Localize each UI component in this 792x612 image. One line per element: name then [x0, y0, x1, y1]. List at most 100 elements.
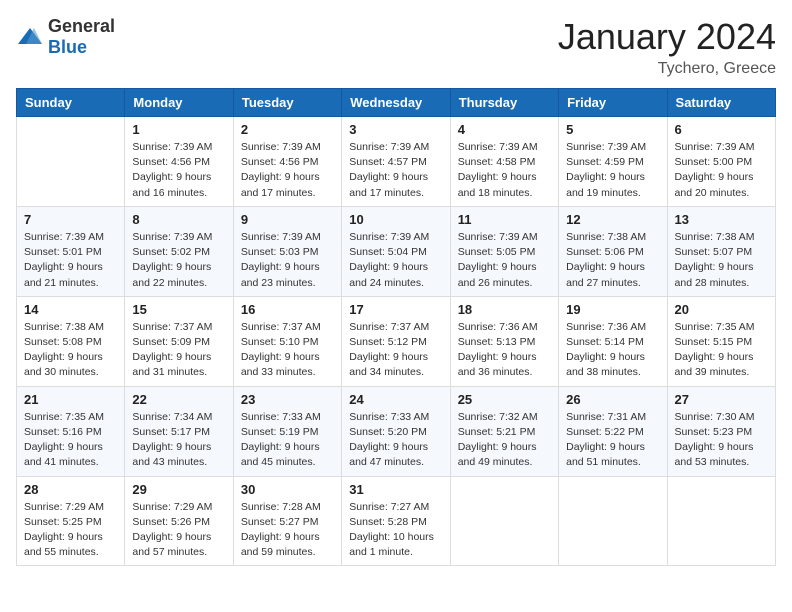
calendar-cell: 2 Sunrise: 7:39 AMSunset: 4:56 PMDaylight…: [233, 117, 341, 207]
calendar-cell: 29 Sunrise: 7:29 AMSunset: 5:26 PMDayligh…: [125, 476, 233, 566]
cell-content: Sunrise: 7:27 AMSunset: 5:28 PMDaylight:…: [349, 500, 442, 561]
cell-content: Sunrise: 7:35 AMSunset: 5:16 PMDaylight:…: [24, 410, 117, 471]
day-number: 7: [24, 212, 117, 227]
calendar-cell: 13 Sunrise: 7:38 AMSunset: 5:07 PMDayligh…: [667, 206, 775, 296]
day-number: 9: [241, 212, 334, 227]
calendar-cell: 1 Sunrise: 7:39 AMSunset: 4:56 PMDaylight…: [125, 117, 233, 207]
calendar-week-5: 28 Sunrise: 7:29 AMSunset: 5:25 PMDayligh…: [17, 476, 776, 566]
cell-content: Sunrise: 7:39 AMSunset: 5:03 PMDaylight:…: [241, 230, 334, 291]
calendar-cell: 8 Sunrise: 7:39 AMSunset: 5:02 PMDaylight…: [125, 206, 233, 296]
cell-content: Sunrise: 7:36 AMSunset: 5:13 PMDaylight:…: [458, 320, 551, 381]
day-number: 12: [566, 212, 659, 227]
calendar-cell: 16Sunrise: 7:37 AMSunset: 5:10 PMDayligh…: [233, 296, 341, 386]
cell-content: Sunrise: 7:39 AMSunset: 4:58 PMDaylight:…: [458, 140, 551, 201]
day-number: 18: [458, 302, 551, 317]
calendar-cell: 31 Sunrise: 7:27 AMSunset: 5:28 PMDayligh…: [342, 476, 450, 566]
day-number: 19: [566, 302, 659, 317]
cell-content: Sunrise: 7:39 AMSunset: 5:05 PMDaylight:…: [458, 230, 551, 291]
calendar-cell: 25 Sunrise: 7:32 AMSunset: 5:21 PMDayligh…: [450, 386, 558, 476]
cell-content: Sunrise: 7:38 AMSunset: 5:07 PMDaylight:…: [675, 230, 768, 291]
title-block: January 2024 Tychero, Greece: [558, 16, 776, 78]
day-number: 4: [458, 122, 551, 137]
cell-content: Sunrise: 7:37 AMSunset: 5:09 PMDaylight:…: [132, 320, 225, 381]
calendar-cell: 12 Sunrise: 7:38 AMSunset: 5:06 PMDayligh…: [559, 206, 667, 296]
page-header: General Blue January 2024 Tychero, Greec…: [16, 16, 776, 78]
day-number: 31: [349, 482, 442, 497]
month-title: January 2024: [558, 16, 776, 58]
cell-content: Sunrise: 7:28 AMSunset: 5:27 PMDaylight:…: [241, 500, 334, 561]
cell-content: Sunrise: 7:33 AMSunset: 5:20 PMDaylight:…: [349, 410, 442, 471]
day-number: 27: [675, 392, 768, 407]
cell-content: Sunrise: 7:37 AMSunset: 5:12 PMDaylight:…: [349, 320, 442, 381]
cell-content: Sunrise: 7:29 AMSunset: 5:26 PMDaylight:…: [132, 500, 225, 561]
cell-content: Sunrise: 7:39 AMSunset: 4:57 PMDaylight:…: [349, 140, 442, 201]
calendar-cell: 24 Sunrise: 7:33 AMSunset: 5:20 PMDayligh…: [342, 386, 450, 476]
cell-content: Sunrise: 7:31 AMSunset: 5:22 PMDaylight:…: [566, 410, 659, 471]
cell-content: Sunrise: 7:39 AMSunset: 4:56 PMDaylight:…: [241, 140, 334, 201]
day-number: 29: [132, 482, 225, 497]
cell-content: Sunrise: 7:39 AMSunset: 4:59 PMDaylight:…: [566, 140, 659, 201]
cell-content: Sunrise: 7:39 AMSunset: 5:04 PMDaylight:…: [349, 230, 442, 291]
calendar-table: SundayMondayTuesdayWednesdayThursdayFrid…: [16, 88, 776, 566]
calendar-cell: [17, 117, 125, 207]
calendar-cell: 7Sunrise: 7:39 AMSunset: 5:01 PMDaylight…: [17, 206, 125, 296]
location: Tychero, Greece: [558, 60, 776, 78]
day-number: 21: [24, 392, 117, 407]
calendar-header-tuesday: Tuesday: [233, 89, 341, 117]
day-number: 17: [349, 302, 442, 317]
cell-content: Sunrise: 7:39 AMSunset: 5:02 PMDaylight:…: [132, 230, 225, 291]
day-number: 5: [566, 122, 659, 137]
cell-content: Sunrise: 7:33 AMSunset: 5:19 PMDaylight:…: [241, 410, 334, 471]
cell-content: Sunrise: 7:35 AMSunset: 5:15 PMDaylight:…: [675, 320, 768, 381]
calendar-cell: 4 Sunrise: 7:39 AMSunset: 4:58 PMDaylight…: [450, 117, 558, 207]
calendar-header-thursday: Thursday: [450, 89, 558, 117]
day-number: 25: [458, 392, 551, 407]
day-number: 1: [132, 122, 225, 137]
calendar-header-saturday: Saturday: [667, 89, 775, 117]
cell-content: Sunrise: 7:36 AMSunset: 5:14 PMDaylight:…: [566, 320, 659, 381]
cell-content: Sunrise: 7:39 AMSunset: 4:56 PMDaylight:…: [132, 140, 225, 201]
calendar-header-friday: Friday: [559, 89, 667, 117]
calendar-cell: 14Sunrise: 7:38 AMSunset: 5:08 PMDayligh…: [17, 296, 125, 386]
calendar-cell: 15 Sunrise: 7:37 AMSunset: 5:09 PMDayligh…: [125, 296, 233, 386]
calendar-header-monday: Monday: [125, 89, 233, 117]
calendar-cell: 9 Sunrise: 7:39 AMSunset: 5:03 PMDaylight…: [233, 206, 341, 296]
cell-content: Sunrise: 7:32 AMSunset: 5:21 PMDaylight:…: [458, 410, 551, 471]
logo: General Blue: [16, 16, 115, 58]
day-number: 28: [24, 482, 117, 497]
day-number: 10: [349, 212, 442, 227]
day-number: 30: [241, 482, 334, 497]
day-number: 15: [132, 302, 225, 317]
day-number: 11: [458, 212, 551, 227]
calendar-cell: 11 Sunrise: 7:39 AMSunset: 5:05 PMDayligh…: [450, 206, 558, 296]
day-number: 8: [132, 212, 225, 227]
day-number: 3: [349, 122, 442, 137]
day-number: 2: [241, 122, 334, 137]
calendar-cell: 17 Sunrise: 7:37 AMSunset: 5:12 PMDayligh…: [342, 296, 450, 386]
calendar-cell: 5 Sunrise: 7:39 AMSunset: 4:59 PMDaylight…: [559, 117, 667, 207]
logo-icon: [16, 26, 44, 48]
calendar-cell: 21 Sunrise: 7:35 AMSunset: 5:16 PMDayligh…: [17, 386, 125, 476]
calendar-cell: 18 Sunrise: 7:36 AMSunset: 5:13 PMDayligh…: [450, 296, 558, 386]
logo-text: General Blue: [48, 16, 115, 58]
cell-content: Sunrise: 7:34 AMSunset: 5:17 PMDaylight:…: [132, 410, 225, 471]
logo-blue: Blue: [48, 37, 87, 57]
calendar-cell: 28 Sunrise: 7:29 AMSunset: 5:25 PMDayligh…: [17, 476, 125, 566]
cell-content: Sunrise: 7:39 AMSunset: 5:00 PMDaylight:…: [675, 140, 768, 201]
cell-content: Sunrise: 7:38 AMSunset: 5:06 PMDaylight:…: [566, 230, 659, 291]
calendar-cell: 19 Sunrise: 7:36 AMSunset: 5:14 PMDayligh…: [559, 296, 667, 386]
day-number: 23: [241, 392, 334, 407]
cell-content: Sunrise: 7:29 AMSunset: 5:25 PMDaylight:…: [24, 500, 117, 561]
day-number: 13: [675, 212, 768, 227]
cell-content: Sunrise: 7:30 AMSunset: 5:23 PMDaylight:…: [675, 410, 768, 471]
calendar-cell: [450, 476, 558, 566]
calendar-cell: 10 Sunrise: 7:39 AMSunset: 5:04 PMDayligh…: [342, 206, 450, 296]
day-number: 26: [566, 392, 659, 407]
calendar-header-sunday: Sunday: [17, 89, 125, 117]
calendar-week-3: 14Sunrise: 7:38 AMSunset: 5:08 PMDayligh…: [17, 296, 776, 386]
cell-content: Sunrise: 7:38 AMSunset: 5:08 PMDaylight:…: [24, 320, 117, 381]
day-number: 24: [349, 392, 442, 407]
calendar-cell: 23 Sunrise: 7:33 AMSunset: 5:19 PMDayligh…: [233, 386, 341, 476]
calendar-cell: 27 Sunrise: 7:30 AMSunset: 5:23 PMDayligh…: [667, 386, 775, 476]
logo-general: General: [48, 16, 115, 36]
